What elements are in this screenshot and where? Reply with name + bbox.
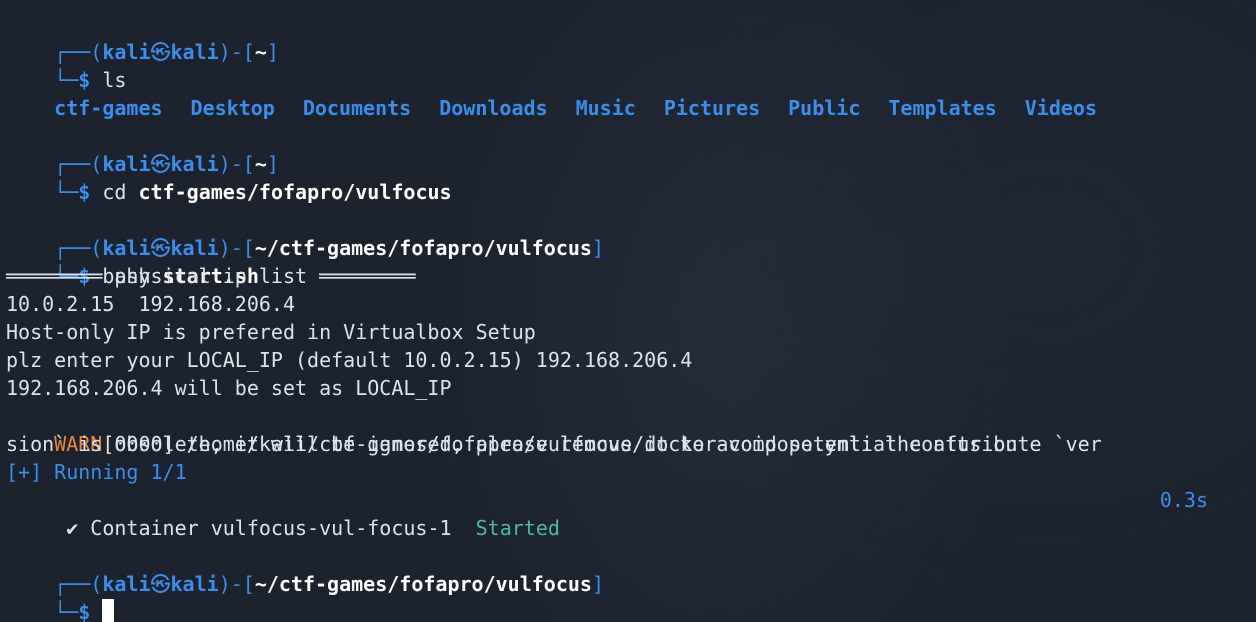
directory-entry: Templates <box>888 96 997 120</box>
prompt-cwd: ~ <box>254 40 267 64</box>
output-running: [+] Running 1/1 <box>6 460 187 484</box>
prompt-cwd: ~/ctf-games/fofapro/vulfocus <box>254 236 592 260</box>
prompt-cwd: ~/ctf-games/fofapro/vulfocus <box>254 572 592 596</box>
directory-entry: Downloads <box>439 96 548 120</box>
terminal-window[interactable]: ┌──(kali㉿kali)-[~] └─$ ls ctf-games Deskt… <box>0 0 1256 622</box>
prompt-line-2: ┌──(kali㉿kali)-[~] <box>54 152 279 176</box>
output-warn-line-2: sion` is obsolete, it will be ignored, p… <box>6 432 1018 456</box>
command-line-2: └─$ cd ctf-games/fofapro/vulfocus <box>54 180 452 204</box>
command-line-4[interactable]: └─$ <box>6 570 115 622</box>
output-header: ════════ physical ip list ════════ <box>6 264 416 288</box>
text-cursor[interactable] <box>102 599 115 622</box>
command-line-3: └─$ bash start.sh <box>54 264 259 288</box>
prompt-line-3: ┌──(kali㉿kali)-[~/ctf-games/fofapro/vulf… <box>54 236 605 260</box>
container-status: Started <box>475 516 560 540</box>
container-time: 0.3s <box>1159 488 1208 512</box>
command-arg: ctf-games/fofapro/vulfocus <box>138 180 452 204</box>
prompt-at-symbol: ㉿ <box>150 40 171 64</box>
output-hint: Host-only IP is prefered in Virtualbox S… <box>6 320 536 344</box>
directory-entry: Documents <box>302 96 412 120</box>
prompt-host: kali <box>170 40 219 64</box>
container-name: Container vulfocus-vul-focus-1 <box>78 516 476 540</box>
directory-entry: Pictures <box>663 96 761 120</box>
command-line-1: └─$ ls <box>54 68 127 92</box>
directory-entry: ctf-games <box>54 96 163 120</box>
directory-entry: Desktop <box>190 96 275 120</box>
ls-output: ctf-games Desktop Documents Downloads Music P… <box>6 66 1097 120</box>
output-set: 192.168.206.4 will be set as LOCAL_IP <box>6 376 452 400</box>
directory-entry: Public <box>788 96 861 120</box>
prompt-line-1: ┌──(kali㉿kali)-[~] <box>54 40 279 64</box>
directory-entry: Videos <box>1024 96 1098 120</box>
output-container: ✔ Container vulfocus-vul-focus-1 Started <box>6 486 560 540</box>
output-warn-line-1: WARN[0000] /home/kali/ctf-games/fofapro/… <box>6 402 1102 456</box>
check-icon: ✔ <box>54 516 79 540</box>
output-ip-list: 10.0.2.15 192.168.206.4 <box>6 292 295 316</box>
output-ask: plz enter your LOCAL_IP (default 10.0.2.… <box>6 348 693 372</box>
command-text: cd <box>102 180 127 204</box>
directory-entry: Music <box>575 96 636 120</box>
prompt-line-4: ┌──(kali㉿kali)-[~/ctf-games/fofapro/vulf… <box>54 572 605 596</box>
